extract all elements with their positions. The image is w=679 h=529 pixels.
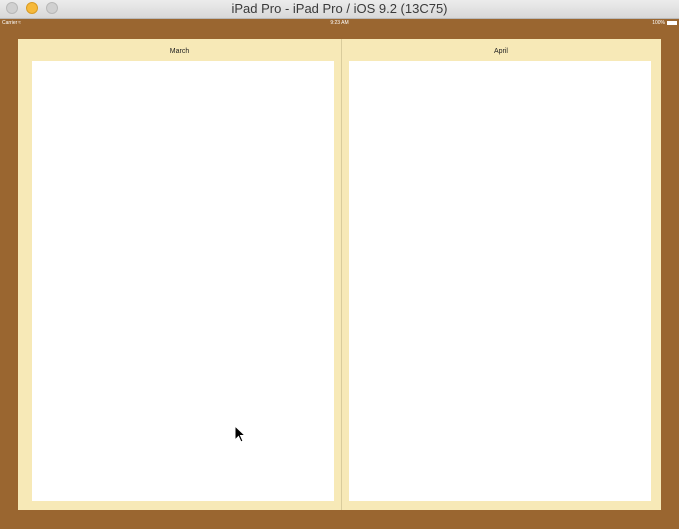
month-grid-right[interactable]	[349, 61, 651, 501]
battery-percent: 100%	[652, 20, 665, 26]
ipad-screen: Carrier≈ 9:23 AM 100% March April	[0, 19, 679, 529]
month-grid-left[interactable]	[32, 61, 334, 501]
status-time: 9:23 AM	[330, 20, 349, 26]
simulator-title-bar: iPad Pro - iPad Pro / iOS 9.2 (13C75)	[0, 0, 679, 19]
battery-icon	[667, 21, 677, 25]
month-title-right: April	[493, 48, 508, 55]
calendar-page-left[interactable]: March	[18, 39, 341, 510]
month-title-left: March	[169, 48, 190, 55]
page-spine-divider	[341, 39, 342, 510]
window-title: iPad Pro - iPad Pro / iOS 9.2 (13C75)	[231, 1, 448, 16]
status-bar: Carrier≈ 9:23 AM 100%	[0, 19, 679, 28]
calendar-page-right[interactable]: April	[341, 39, 661, 510]
mouse-pointer-icon	[234, 425, 246, 443]
